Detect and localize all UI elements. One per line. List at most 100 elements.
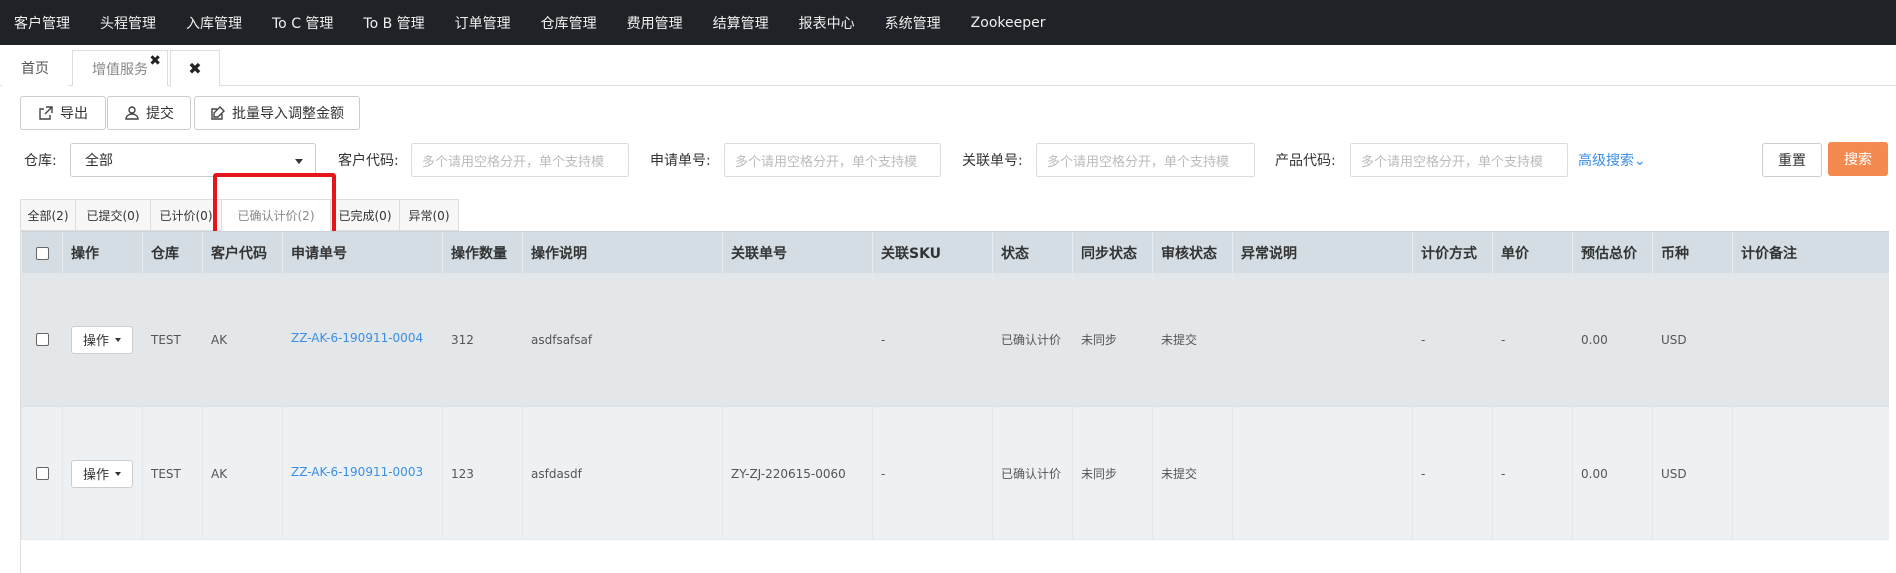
header-select-all[interactable] (21, 232, 62, 274)
nav-item-customer[interactable]: 客户管理 (14, 13, 70, 33)
request-no-input[interactable]: 多个请用空格分开，单个支持模 (724, 143, 941, 177)
product-code-input[interactable]: 多个请用空格分开，单个支持模 (1350, 143, 1568, 177)
header-description: 操作说明 (522, 232, 722, 274)
table-row[interactable]: 操作 TEST AK ZZ-AK-6-190911-0003 123 asfda… (21, 406, 1889, 540)
batch-import-button[interactable]: 批量导入调整金额 (194, 96, 360, 130)
cell-related-sku: - (872, 407, 992, 540)
row-select[interactable] (21, 407, 62, 540)
cell-currency: USD (1652, 273, 1732, 406)
submit-button[interactable]: 提交 (107, 96, 191, 130)
nav-item-order[interactable]: 订单管理 (455, 13, 511, 33)
header-related-no: 关联单号 (722, 232, 872, 274)
export-button[interactable]: 导出 (20, 96, 106, 130)
cell-pricing-remark (1732, 407, 1889, 540)
nav-item-report[interactable]: 报表中心 (799, 13, 855, 33)
header-pricing-method: 计价方式 (1412, 232, 1492, 274)
cell-related-sku: - (872, 273, 992, 406)
cell-related-no: ZY-ZJ-220615-0060 (722, 407, 872, 540)
close-icon[interactable]: ✖ (149, 53, 161, 69)
close-all-tabs-icon[interactable]: ✖ (170, 50, 220, 86)
related-no-label: 关联单号: (962, 153, 1023, 169)
cell-customer: AK (202, 407, 282, 540)
row-checkbox[interactable] (35, 467, 49, 480)
cell-quantity: 312 (442, 273, 522, 406)
edit-icon (211, 106, 225, 120)
cell-unit-price: - (1492, 407, 1572, 540)
cell-unit-price: - (1492, 273, 1572, 406)
chevron-down-icon (115, 337, 121, 342)
customer-code-input[interactable]: 多个请用空格分开，单个支持模 (411, 143, 629, 177)
submit-label: 提交 (146, 106, 174, 122)
top-nav: 客户管理 头程管理 入库管理 To C 管理 To B 管理 订单管理 仓库管理… (0, 0, 1896, 45)
header-sync-status: 同步状态 (1072, 232, 1152, 274)
cell-description: asdfsafsaf (522, 273, 722, 406)
nav-item-fee[interactable]: 费用管理 (627, 13, 683, 33)
warehouse-label: 仓库: (24, 153, 57, 169)
header-currency: 币种 (1652, 232, 1732, 274)
chevron-down-icon (115, 471, 121, 476)
nav-item-settlement[interactable]: 结算管理 (713, 13, 769, 33)
cell-request-no-link[interactable]: ZZ-AK-6-190911-0003 (282, 407, 442, 540)
tab-completed[interactable]: 已完成(0) (330, 199, 400, 231)
header-related-sku: 关联SKU (872, 232, 992, 274)
tab-priced[interactable]: 已计价(0) (150, 199, 222, 231)
tab-home[interactable]: 首页 (2, 50, 68, 86)
warehouse-select[interactable]: 全部 (70, 143, 316, 177)
operation-label: 操作 (82, 334, 109, 349)
cell-pricing-method: - (1412, 407, 1492, 540)
header-pricing-remark: 计价备注 (1732, 232, 1889, 274)
cell-warehouse: TEST (142, 407, 202, 540)
data-table: 操作 仓库 客户代码 申请单号 操作数量 操作说明 关联单号 关联SKU 状态 … (20, 231, 1889, 573)
table-row[interactable]: 操作 TEST AK ZZ-AK-6-190911-0004 312 asdfs… (21, 273, 1889, 406)
nav-item-zookeeper[interactable]: Zookeeper (971, 15, 1046, 31)
customer-code-label: 客户代码: (338, 153, 399, 169)
cell-total: 0.00 (1572, 407, 1652, 540)
nav-item-warehouse[interactable]: 仓库管理 (541, 13, 597, 33)
chevron-down-icon (295, 159, 303, 164)
cell-status: 已确认计价 (992, 273, 1072, 406)
header-operation: 操作 (62, 232, 142, 274)
header-warehouse: 仓库 (142, 232, 202, 274)
header-status: 状态 (992, 232, 1072, 274)
export-icon (39, 106, 53, 120)
cell-operation: 操作 (62, 407, 142, 540)
cell-exception (1232, 407, 1412, 540)
nav-item-tob[interactable]: To B 管理 (363, 13, 424, 33)
cell-audit-status: 未提交 (1152, 273, 1232, 406)
cell-audit-status: 未提交 (1152, 407, 1232, 540)
advanced-search-link[interactable]: 高级搜索⌄ (1578, 150, 1646, 170)
operation-label: 操作 (82, 468, 109, 483)
cell-exception (1232, 273, 1412, 406)
cell-quantity: 123 (442, 407, 522, 540)
header-total: 预估总价 (1572, 232, 1652, 274)
operation-dropdown-button[interactable]: 操作 (71, 325, 133, 354)
batch-import-label: 批量导入调整金额 (232, 106, 344, 122)
search-button[interactable]: 搜索 (1828, 142, 1888, 176)
cell-pricing-remark (1732, 273, 1889, 406)
nav-item-system[interactable]: 系统管理 (885, 13, 941, 33)
table-header: 操作 仓库 客户代码 申请单号 操作数量 操作说明 关联单号 关联SKU 状态 … (21, 231, 1889, 274)
tab-exception[interactable]: 异常(0) (399, 199, 459, 231)
tab-value-added-service[interactable]: 增值服务 ✖ (72, 50, 168, 86)
cell-warehouse: TEST (142, 273, 202, 406)
select-all-checkbox[interactable] (35, 246, 49, 260)
reset-button[interactable]: 重置 (1762, 143, 1822, 177)
tab-submitted[interactable]: 已提交(0) (75, 199, 151, 231)
cell-currency: USD (1652, 407, 1732, 540)
cell-description: asfdasdf (522, 407, 722, 540)
cell-operation: 操作 (62, 273, 142, 406)
nav-item-toc[interactable]: To C 管理 (272, 13, 333, 33)
row-select[interactable] (21, 273, 62, 406)
header-request-no: 申请单号 (282, 232, 442, 274)
cell-request-no-link[interactable]: ZZ-AK-6-190911-0004 (282, 273, 442, 406)
product-code-label: 产品代码: (1275, 153, 1336, 169)
nav-item-inbound[interactable]: 入库管理 (186, 13, 242, 33)
operation-dropdown-button[interactable]: 操作 (71, 459, 133, 488)
nav-item-first-leg[interactable]: 头程管理 (100, 13, 156, 33)
header-customer-code: 客户代码 (202, 232, 282, 274)
page-tabs: 首页 增值服务 ✖ ✖ (0, 46, 1896, 86)
header-audit-status: 审核状态 (1152, 232, 1232, 274)
row-checkbox[interactable] (35, 333, 49, 346)
related-no-input[interactable]: 多个请用空格分开，单个支持模 (1036, 143, 1255, 177)
tab-all[interactable]: 全部(2) (20, 199, 76, 231)
